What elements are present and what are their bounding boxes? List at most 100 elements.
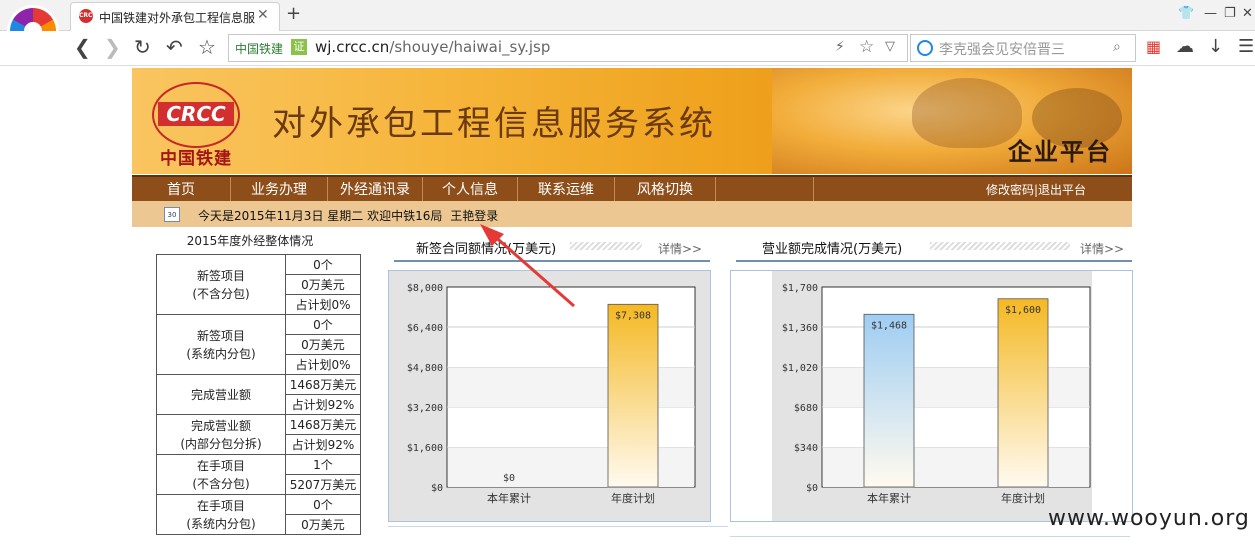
- logo-text: CRCC: [158, 102, 234, 126]
- search-icon[interactable]: ⌕: [1113, 39, 1121, 55]
- revenue-panel-header: 营业额完成情况(万美元) 详情>>: [734, 232, 1132, 268]
- address-bar[interactable]: 中国铁建 证 wj.crcc.cn/shouye/haiwai_sy.jsp ⚡…: [228, 34, 908, 62]
- row-label: 在手项目 (不含分包): [156, 454, 286, 495]
- url-host: wj.crcc.cn: [315, 38, 390, 56]
- bar-value-label: $0: [503, 473, 515, 484]
- x-category-label: 年度计划: [1001, 491, 1045, 505]
- menu-icon[interactable]: ☰: [1238, 37, 1254, 57]
- bar: [607, 303, 659, 488]
- revenue-bar-chart: $0 $340 $680 $1,020 $1,360 $1,700 $1,468 本年累计 $1…: [782, 283, 1091, 505]
- cell-value: 0个: [285, 254, 361, 275]
- watermark: www.wooyun.org: [1048, 506, 1250, 531]
- menu-item-empty: [716, 177, 814, 202]
- cell-value: 占计划0%: [285, 354, 361, 375]
- cell-value: 0万美元: [285, 274, 361, 295]
- y-tick-label: $0: [806, 483, 818, 494]
- browser-tab[interactable]: CRCC 中国铁建对外承包工程信息服 ✕: [70, 2, 280, 31]
- x-category-label: 本年累计: [487, 491, 531, 505]
- bar-value-label: $7,308: [615, 310, 651, 321]
- apps-grid-icon[interactable]: ▦: [1146, 37, 1161, 57]
- minimize-icon[interactable]: —: [1204, 6, 1217, 21]
- close-tab-icon[interactable]: ✕: [257, 7, 269, 23]
- main-menu: 首页 业务办理 外经通讯录 个人信息 联系运维 风格切换 修改密码|退出平台: [132, 175, 1132, 202]
- cell-value: 1468万美元: [285, 414, 361, 435]
- y-tick-label: $340: [794, 443, 818, 454]
- row-label: 新签项目 (系统内分包): [156, 314, 286, 375]
- bar-value-label: $1,600: [1005, 305, 1041, 316]
- cloud-icon[interactable]: ☁: [1176, 37, 1194, 57]
- date-text: 今天是2015年11月3日 星期二: [198, 209, 364, 223]
- lightning-icon[interactable]: ⚡: [835, 39, 845, 55]
- table-row: 新签项目 (系统内分包) 0个: [156, 314, 361, 375]
- grid-band: [823, 447, 1089, 487]
- new-tab-icon[interactable]: +: [286, 3, 301, 24]
- cell-value: 0万美元: [285, 334, 361, 355]
- close-window-icon[interactable]: ✕: [1242, 6, 1253, 21]
- y-tick-label: $6,400: [407, 323, 443, 334]
- menu-item-contacts[interactable]: 外经通讯录: [328, 177, 423, 202]
- forward-icon[interactable]: ❯: [104, 37, 121, 57]
- download-icon[interactable]: ↓: [1208, 37, 1223, 57]
- y-tick-label: $1,700: [782, 283, 818, 294]
- welcome-text: 今天是2015年11月3日 星期二 欢迎中铁16局 王艳登录: [198, 207, 498, 224]
- y-tick-label: $1,600: [407, 443, 443, 454]
- tab-title: 中国铁建对外承包工程信息服: [99, 11, 256, 25]
- bookmark-star-icon[interactable]: ☆: [198, 37, 216, 57]
- y-tick-label: $0: [431, 483, 443, 494]
- row-label: 新签项目 (不含分包): [156, 254, 286, 315]
- grid-band: [823, 407, 1089, 447]
- table-row: 在手项目 (系统内分包) 0个: [156, 494, 361, 535]
- cell-value: 占计划0%: [285, 294, 361, 315]
- cell-value: 1个: [285, 454, 361, 475]
- revenue-details-link[interactable]: 详情>>: [1080, 240, 1124, 257]
- shirt-icon[interactable]: 👕: [1178, 6, 1194, 21]
- org-name: 中国铁建: [160, 149, 232, 169]
- reload-icon[interactable]: ↻: [134, 37, 151, 57]
- contract-details-link[interactable]: 详情>>: [658, 240, 702, 257]
- back-icon[interactable]: ❮: [74, 37, 91, 57]
- menu-item-support[interactable]: 联系运维: [518, 177, 615, 202]
- overview-title: 2015年度外经整体情况: [186, 234, 314, 248]
- favorite-star-icon[interactable]: ☆: [859, 37, 874, 57]
- search-box[interactable]: 李克强会见安倍晋三 ⌕: [910, 34, 1136, 62]
- url-text[interactable]: wj.crcc.cn/shouye/haiwai_sy.jsp: [315, 38, 550, 56]
- account-links[interactable]: 修改密码|退出平台: [986, 181, 1086, 198]
- calendar-icon: 30: [164, 207, 180, 222]
- annotation-arrow: [480, 224, 575, 308]
- lower-panel: [388, 526, 728, 549]
- certificate-icon[interactable]: 证: [291, 39, 307, 55]
- cell-value: 1468万美元: [285, 374, 361, 395]
- bar-value-label: $1,468: [871, 320, 907, 331]
- search-engine-icon: [917, 40, 933, 56]
- overview-table: 新签项目 (不含分包) 0个 0万美元 占计划0% 新签项目 (系统内分包) 0个 …: [156, 254, 361, 535]
- x-category-label: 年度计划: [611, 491, 655, 505]
- row-label: 完成营业额 (内部分包分拆): [156, 414, 286, 455]
- undo-icon[interactable]: ↶: [166, 37, 183, 57]
- table-row: 新签项目 (不含分包) 0个: [156, 254, 361, 315]
- menu-item-style[interactable]: 风格切换: [615, 177, 716, 202]
- table-row: 在手项目 (不含分包) 1个: [156, 454, 361, 495]
- cell-value: 0万美元: [285, 514, 361, 535]
- bar: [863, 313, 915, 488]
- platform-label: 企业平台: [1008, 137, 1112, 166]
- lower-panel: [730, 536, 1130, 549]
- maximize-icon[interactable]: ❐: [1224, 6, 1236, 21]
- bar: [997, 298, 1049, 488]
- site-banner: CRCC 中国铁建 对外承包工程信息服务系统 企业平台: [132, 68, 1132, 174]
- menu-item-home[interactable]: 首页: [132, 177, 231, 202]
- menu-item-personal[interactable]: 个人信息: [423, 177, 518, 202]
- cell-value: 0个: [285, 314, 361, 335]
- arrow-shaft: [491, 232, 575, 308]
- grid-band: [823, 327, 1089, 367]
- menu-item-business[interactable]: 业务办理: [231, 177, 328, 202]
- site-badge: 中国铁建: [235, 42, 284, 56]
- browser-nav-bar: ❮ ❯ ↻ ↶ ☆ 中国铁建 证 wj.crcc.cn/shouye/haiwa…: [0, 31, 1255, 66]
- cell-value: 占计划92%: [285, 434, 361, 455]
- y-tick-label: $1,360: [782, 323, 818, 334]
- grid-band: [823, 367, 1089, 407]
- welcome-org: 欢迎中铁16局: [367, 209, 443, 223]
- search-input[interactable]: 李克强会见安倍晋三: [939, 39, 1065, 59]
- dropdown-chevron-icon[interactable]: ▽: [885, 39, 895, 54]
- table-row: 完成营业额 (内部分包分拆) 1468万美元: [156, 414, 361, 455]
- y-tick-label: $8,000: [407, 283, 443, 294]
